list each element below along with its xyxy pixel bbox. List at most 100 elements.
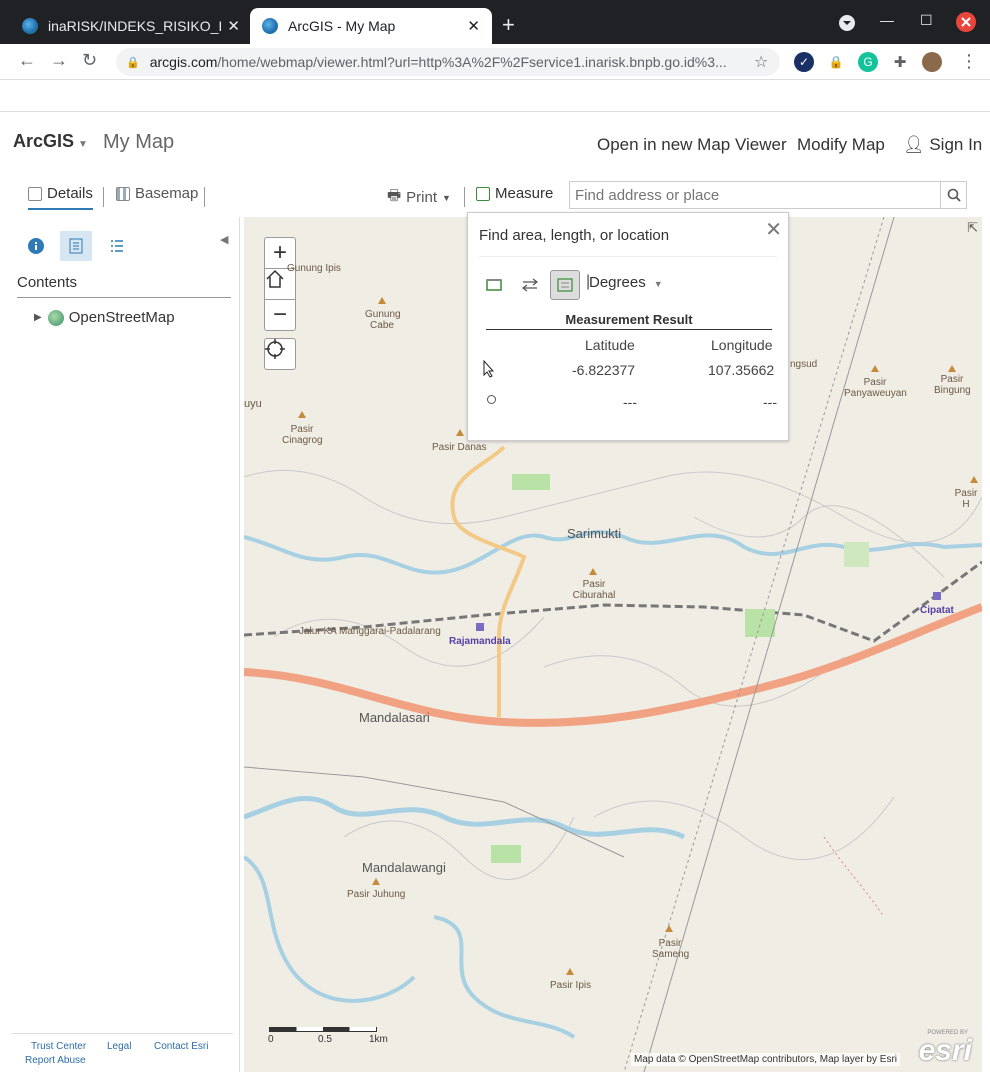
trust-center-link[interactable]: Trust Center [31, 1041, 86, 1052]
printer-icon: 🖶︎ [387, 187, 402, 204]
chevron-down-icon: ▼ [442, 192, 451, 203]
unit-value: Degrees [589, 274, 646, 291]
minimize-icon[interactable]: — [880, 12, 894, 28]
location-tool-button[interactable] [550, 270, 580, 300]
peak-icon [871, 365, 879, 372]
url-input[interactable]: 🔒 arcgis.com/home/webmap/viewer.html?url… [116, 48, 780, 76]
chevron-down-icon: ▼ [653, 279, 663, 289]
map-label: Mandalasari [359, 710, 430, 725]
close-tab-icon[interactable]: ✕ [467, 17, 480, 35]
scale-label: 0.5 [318, 1034, 332, 1045]
url-path: /home/webmap/viewer.html?url=http%3A%2F%… [217, 54, 727, 70]
map-label: Gunung Ipis [287, 263, 341, 274]
chrome-menu-icon[interactable]: ⋮ [960, 51, 978, 72]
map-label: Pasir Sameng [652, 938, 690, 960]
print-button[interactable]: 🖶︎ Print ▼ [387, 185, 451, 210]
close-window-icon[interactable] [956, 12, 976, 35]
extension-check-icon[interactable]: ✓ [794, 52, 814, 72]
measure-panel-title: Find area, length, or location [479, 227, 670, 244]
map-label: Sarimukti [567, 526, 622, 541]
map-toolbar: Details Basemap 🖶︎ Print ▼ Measure [0, 175, 990, 217]
peak-icon [456, 429, 464, 436]
tab-title: ArcGIS - My Map [288, 18, 396, 34]
close-icon[interactable]: ✕ [765, 217, 782, 242]
bookmark-star-icon[interactable]: ☆ [754, 52, 768, 72]
url-domain: arcgis.com [149, 54, 218, 70]
extension-lock-icon[interactable]: 🔒 [826, 52, 846, 72]
report-abuse-link[interactable]: Report Abuse [25, 1055, 86, 1066]
peak-icon [948, 365, 956, 372]
chevron-down-icon: ▼ [78, 139, 88, 150]
measure-button[interactable]: Measure [476, 185, 553, 202]
map-label: Pasir Ciburahal [572, 579, 616, 601]
zoom-out-button[interactable]: − [264, 299, 296, 331]
measure-icon [476, 186, 490, 201]
modify-map-link[interactable]: Modify Map [797, 135, 885, 155]
locate-button[interactable] [264, 338, 296, 370]
new-tab-button[interactable]: + [502, 12, 515, 38]
basemap-label: Basemap [135, 185, 199, 202]
extension-grammarly-icon[interactable]: G [858, 52, 878, 72]
unit-dropdown[interactable]: Degrees ▼ [589, 274, 663, 291]
extensions-puzzle-icon[interactable]: ✚ [890, 52, 910, 72]
about-info-icon[interactable] [20, 231, 52, 261]
map-label: Jalur KA Manggarai-Padalarang [299, 626, 441, 637]
close-tab-icon[interactable]: ✕ [227, 17, 240, 35]
measurement-result-heading: Measurement Result [486, 312, 772, 330]
sign-in-link[interactable]: 👤︎ Sign In [903, 135, 982, 155]
open-new-map-viewer-link[interactable]: Open in new Map Viewer [597, 135, 787, 155]
peak-icon [589, 568, 597, 575]
map-label: Cipatat [920, 605, 954, 616]
app-header: ArcGIS ▼ My Map Open in new Map Viewer Mo… [0, 113, 990, 175]
layer-item[interactable]: ▶ OpenStreetMap [34, 309, 175, 326]
divider [103, 187, 104, 207]
tab-basemap[interactable]: Basemap [116, 185, 198, 202]
tab-details[interactable]: Details [28, 185, 93, 210]
forward-icon[interactable]: → [50, 50, 68, 71]
peak-icon [970, 476, 978, 483]
tab-search-icon[interactable] [838, 14, 856, 35]
fullscreen-icon[interactable]: ⇱ [967, 220, 978, 236]
divider [12, 1033, 233, 1034]
map-label: Pasir Ipis [550, 980, 592, 991]
mouse-position-icon [487, 395, 496, 404]
divider [479, 256, 777, 257]
map-label: uyu [244, 398, 262, 410]
measure-label: Measure [495, 185, 554, 202]
layer-globe-icon [47, 309, 64, 326]
maximize-icon[interactable]: ☐ [920, 12, 933, 29]
layer-name: OpenStreetMap [68, 309, 175, 326]
longitude-header: Longitude [711, 337, 773, 353]
sidebar: ◀ Contents ▶ OpenStreetMap Trust Center … [8, 217, 240, 1072]
content-list-icon[interactable] [60, 231, 92, 261]
back-icon[interactable]: ← [18, 50, 36, 71]
map-title: My Map [103, 131, 175, 153]
contact-esri-link[interactable]: Contact Esri [154, 1041, 208, 1052]
distance-tool-button[interactable] [515, 270, 545, 300]
search-input[interactable] [570, 182, 940, 208]
search-icon[interactable] [940, 182, 966, 208]
result-longitude: 107.35662 [708, 362, 775, 378]
mouse-latitude: --- [623, 394, 637, 410]
arcgis-logo-menu[interactable]: ArcGIS ▼ [13, 131, 88, 152]
expand-arrow-icon[interactable]: ▶ [34, 312, 42, 323]
reload-icon[interactable]: ↻ [82, 50, 97, 71]
basemap-icon [116, 186, 130, 201]
details-icon [28, 186, 42, 201]
scale-label: 1km [369, 1034, 388, 1045]
profile-avatar[interactable] [922, 52, 942, 72]
browser-tab-inarisk[interactable]: inaRISK/INDEKS_RISIKO_I ✕ [10, 8, 252, 44]
browser-tab-arcgis[interactable]: ArcGIS - My Map ✕ [250, 8, 492, 44]
scale-label: 0 [268, 1034, 274, 1045]
divider [204, 187, 205, 207]
lock-icon: 🔒 [126, 56, 140, 69]
area-tool-button[interactable] [479, 270, 509, 300]
user-icon: 👤︎ [903, 135, 925, 154]
esri-logo: esri [918, 1034, 972, 1067]
collapse-panel-icon[interactable]: ◀ [220, 233, 228, 246]
tab-title: inaRISK/INDEKS_RISIKO_I [48, 18, 222, 34]
legal-link[interactable]: Legal [107, 1041, 131, 1052]
divider [17, 297, 231, 298]
legend-icon[interactable] [101, 231, 133, 261]
logo-text: ArcGIS [13, 131, 75, 151]
